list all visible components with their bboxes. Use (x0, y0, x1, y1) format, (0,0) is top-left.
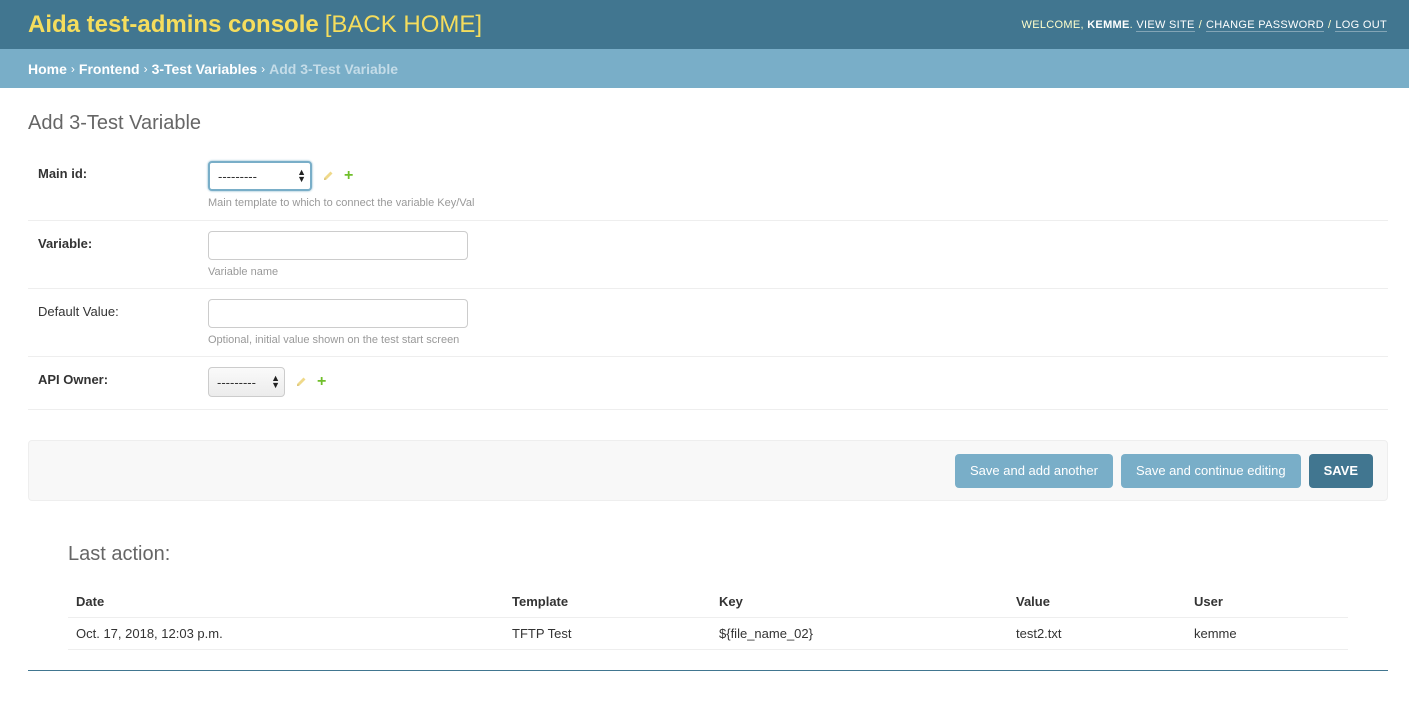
breadcrumb-app[interactable]: Frontend (79, 61, 140, 77)
breadcrumb-separator: › (143, 61, 148, 76)
breadcrumb-separator: › (70, 61, 75, 76)
edit-related-icon[interactable] (322, 170, 334, 182)
default-value-help: Optional, initial value shown on the tes… (208, 334, 460, 346)
breadcrumb-separator: › (261, 61, 266, 76)
form-row-main-id: Main id: --------- ▲ ▼ + Main template to… (28, 151, 1388, 221)
table-row: Oct. 17, 2018, 12:03 p.m. TFTP Test ${fi… (68, 617, 1348, 650)
last-action-table: Date Template Key Value User Oct. 17, 20… (68, 586, 1348, 650)
add-related-icon[interactable]: + (317, 374, 326, 390)
column-header: Template (504, 586, 711, 618)
breadcrumb-home[interactable]: Home (28, 61, 67, 77)
table-header-row: Date Template Key Value User (68, 586, 1348, 618)
submit-row: Save and add another Save and continue e… (28, 440, 1388, 501)
api-owner-select[interactable]: --------- ▲ ▼ (208, 367, 285, 397)
site-name-link[interactable]: Aida test-admins console (28, 11, 319, 38)
welcome-text: WELCOME, (1021, 18, 1084, 31)
page-title: Add 3-Test Variable (28, 112, 202, 134)
default-value-field: Optional, initial value shown on the tes… (208, 299, 468, 346)
column-header: Value (1008, 586, 1186, 618)
separator: / (1198, 18, 1203, 31)
main-id-label: Main id: (38, 166, 88, 181)
form-row-default-value: Default Value: Optional, initial value s… (28, 289, 1388, 357)
last-action-title: Last action: (68, 543, 171, 565)
table-cell: kemme (1186, 617, 1348, 650)
header: Aida test-admins console [BACK HOME] WELC… (0, 0, 1409, 49)
main-id-select[interactable]: --------- ▲ ▼ (208, 161, 312, 191)
last-action-section: Last action: Date Template Key Value Use… (68, 543, 1348, 650)
breadcrumb-current: Add 3-Test Variable (269, 60, 399, 77)
table-cell: TFTP Test (504, 617, 711, 650)
table-cell: ${file_name_02} (711, 617, 1008, 650)
main-id-field: --------- ▲ ▼ + Main template to which to… (208, 161, 474, 210)
select-arrows-icon: ▲ ▼ (297, 167, 306, 184)
logout-link[interactable]: LOG OUT (1335, 18, 1387, 32)
username: KEMME (1087, 18, 1130, 31)
main-id-selected-value: --------- (218, 168, 257, 184)
footer-divider (28, 670, 1388, 671)
save-and-add-another-button[interactable]: Save and add another (955, 453, 1113, 488)
save-and-continue-button[interactable]: Save and continue editing (1120, 453, 1301, 488)
edit-related-icon[interactable] (295, 376, 307, 388)
save-button[interactable]: SAVE (1308, 453, 1373, 488)
variable-field: Variable name (208, 231, 468, 278)
user-tools: WELCOME, KEMME. VIEW SITE / CHANGE PASSWOR… (1021, 18, 1387, 32)
api-owner-field: --------- ▲ ▼ + (208, 367, 326, 399)
select-arrows-icon: ▲ ▼ (271, 373, 280, 390)
table-cell: Oct. 17, 2018, 12:03 p.m. (68, 617, 504, 650)
api-owner-selected-value: --------- (217, 374, 256, 390)
variable-label: Variable: (38, 236, 93, 251)
variable-help: Variable name (208, 266, 279, 278)
column-header: Date (68, 586, 504, 618)
form-row-variable: Variable: Variable name (28, 221, 1388, 289)
add-related-icon[interactable]: + (344, 168, 353, 184)
variable-input[interactable] (208, 231, 468, 260)
default-value-input[interactable] (208, 299, 468, 328)
column-header: User (1186, 586, 1348, 618)
table-cell: test2.txt (1008, 617, 1186, 650)
default-value-label: Default Value: (38, 304, 119, 319)
branding: Aida test-admins console [BACK HOME] (28, 11, 482, 39)
form-row-api-owner: API Owner: --------- ▲ ▼ + (28, 357, 1388, 410)
back-home-link[interactable]: [BACK HOME] (325, 11, 482, 38)
main-id-help: Main template to which to connect the va… (208, 197, 475, 209)
column-header: Key (711, 586, 1008, 618)
api-owner-label: API Owner: (38, 372, 109, 387)
breadcrumb: Home › Frontend › 3-Test Variables › Add… (0, 49, 1409, 88)
breadcrumb-model[interactable]: 3-Test Variables (152, 61, 258, 77)
change-password-link[interactable]: CHANGE PASSWORD (1206, 18, 1325, 32)
form-fieldset: Main id: --------- ▲ ▼ + Main template to… (28, 151, 1388, 410)
view-site-link[interactable]: VIEW SITE (1136, 18, 1195, 32)
separator: / (1328, 18, 1332, 31)
content: Add 3-Test Variable Main id: --------- ▲… (0, 111, 1409, 671)
